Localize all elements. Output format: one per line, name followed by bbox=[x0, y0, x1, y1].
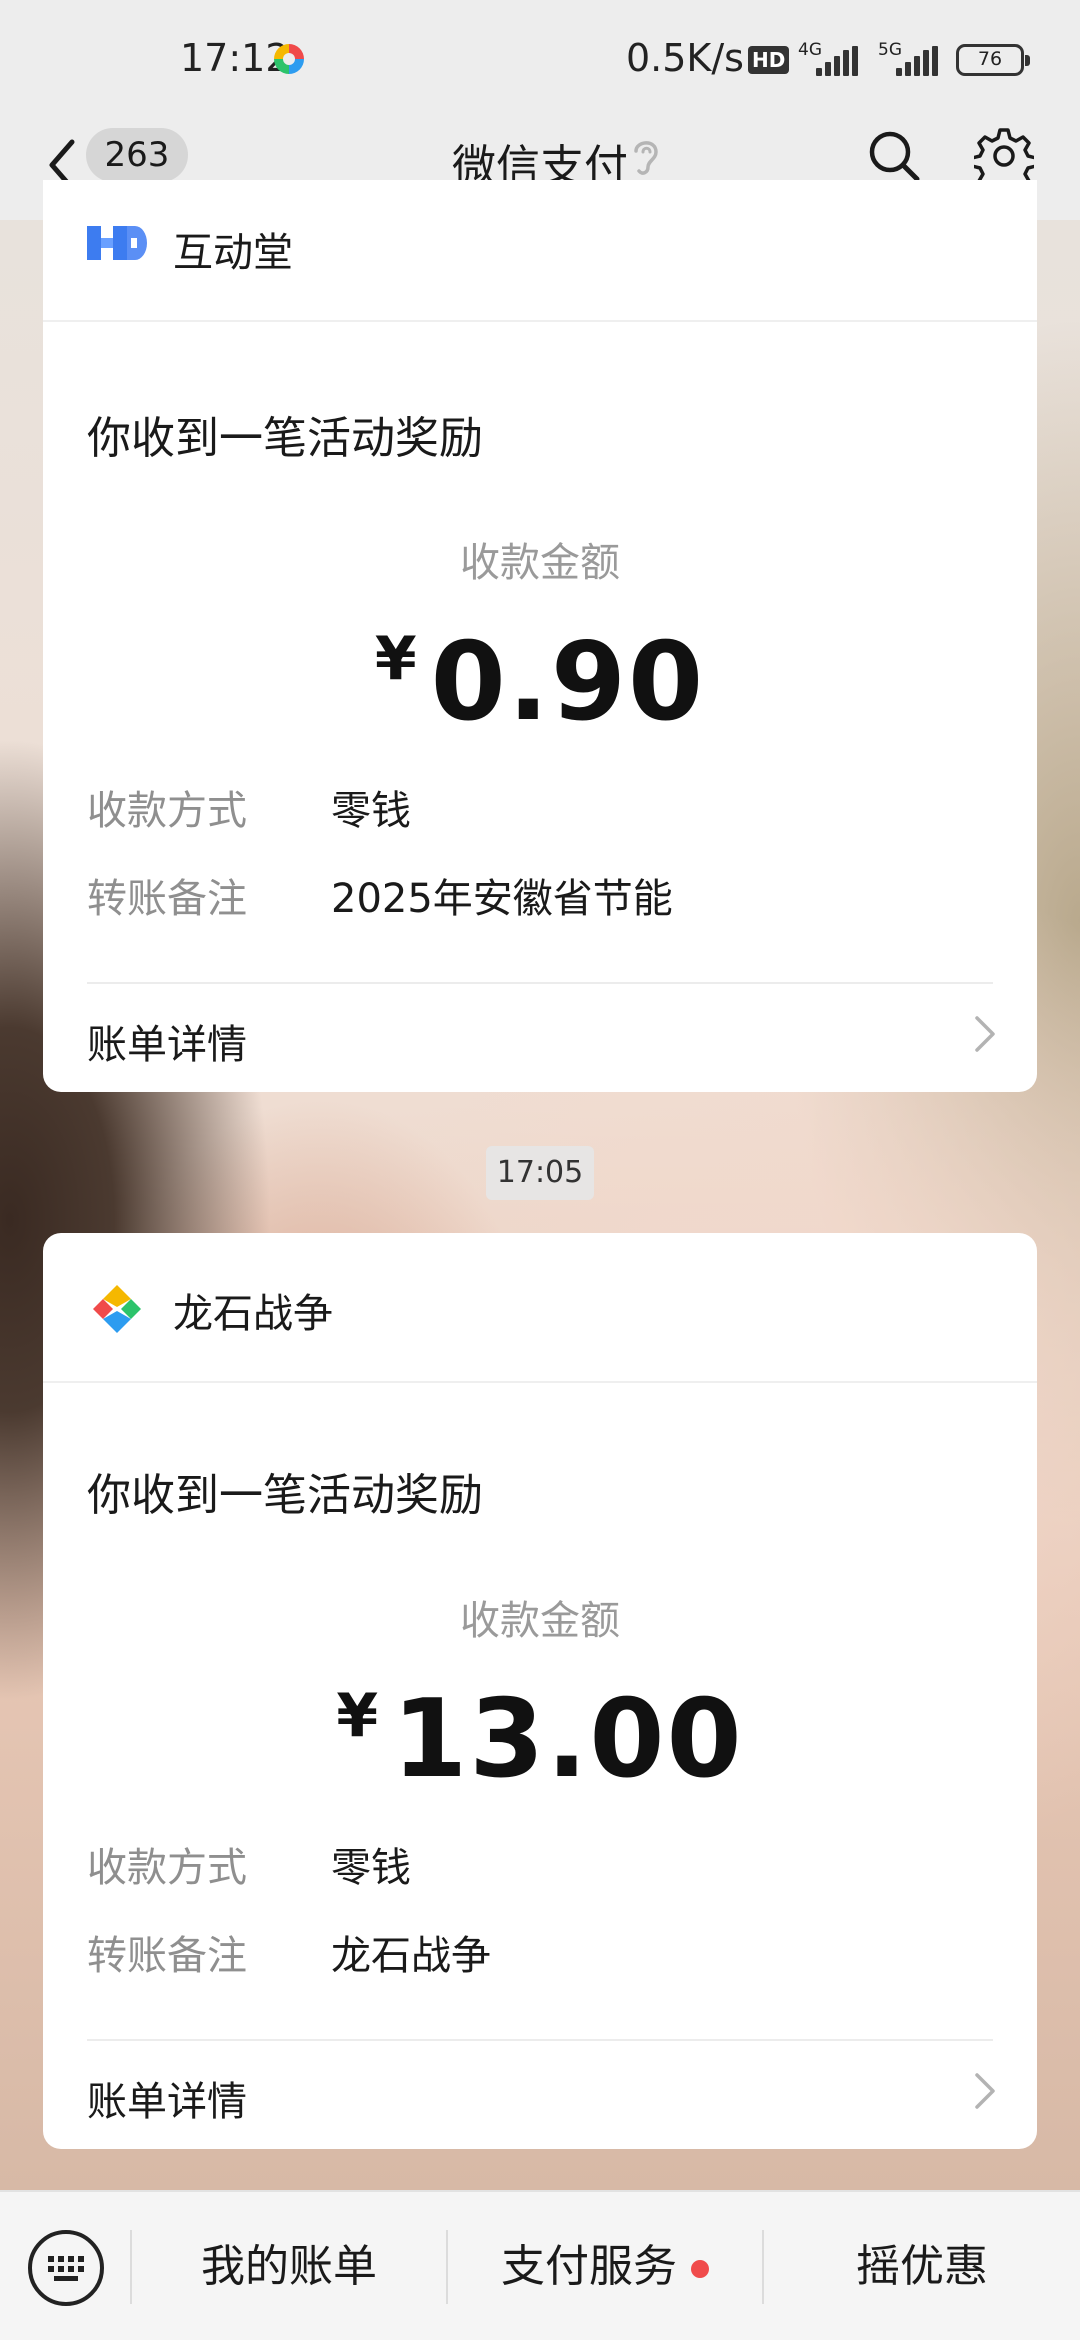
hudongtang-logo-icon bbox=[87, 226, 147, 260]
bottom-menu: 我的账单 支付服务 摇优惠 bbox=[0, 2190, 1080, 2340]
payment-card-2[interactable]: 龙石战争 你收到一笔活动奖励 收款金额 ¥13.00 收款方式 零钱 转账备注 … bbox=[43, 1233, 1037, 2149]
signal-5g-icon bbox=[896, 46, 940, 76]
amount-number: 0.90 bbox=[430, 620, 706, 745]
hd-icon: HD bbox=[748, 46, 790, 74]
amount-label: 收款金额 bbox=[460, 540, 620, 586]
amount-label: 收款金额 bbox=[460, 1598, 620, 1644]
bill-detail-link[interactable]: 账单详情 bbox=[87, 2069, 247, 2127]
method-value: 零钱 bbox=[331, 788, 411, 834]
brand-name: 互动堂 bbox=[173, 230, 293, 276]
note-value: 2025年安徽省节能 bbox=[331, 876, 673, 922]
card-subject: 你收到一笔活动奖励 bbox=[87, 413, 483, 464]
chevron-right-icon[interactable] bbox=[973, 1014, 997, 1054]
method-label: 收款方式 bbox=[87, 1845, 247, 1891]
note-label: 转账备注 bbox=[87, 1933, 247, 1979]
battery-icon: 76 bbox=[956, 44, 1030, 76]
menu-item-label: 支付服务 bbox=[501, 2241, 677, 2292]
longshi-logo-icon bbox=[91, 1283, 143, 1335]
menu-item-my-bills[interactable]: 我的账单 bbox=[132, 2192, 446, 2340]
ear-icon bbox=[634, 141, 658, 175]
bill-detail-link[interactable]: 账单详情 bbox=[87, 1012, 247, 1070]
amount-value: ¥13.00 bbox=[43, 1677, 1037, 1802]
currency-symbol: ¥ bbox=[336, 1681, 379, 1751]
note-label: 转账备注 bbox=[87, 876, 247, 922]
brand-name: 龙石战争 bbox=[173, 1291, 333, 1337]
network-speed: 0.5K/s bbox=[626, 36, 744, 80]
card-subject: 你收到一笔活动奖励 bbox=[87, 1470, 483, 1521]
keyboard-icon[interactable] bbox=[28, 2230, 104, 2306]
amount-value: ¥0.90 bbox=[43, 620, 1037, 745]
app-notification-icon bbox=[274, 44, 304, 74]
gear-icon[interactable] bbox=[974, 126, 1034, 186]
note-value: 龙石战争 bbox=[331, 1933, 491, 1979]
divider bbox=[87, 982, 993, 984]
status-bar: 17:12 0.5K/s HD 4G 5G 76 bbox=[0, 0, 1080, 110]
chevron-right-icon[interactable] bbox=[973, 2071, 997, 2111]
currency-symbol: ¥ bbox=[374, 624, 417, 694]
amount-number: 13.00 bbox=[392, 1677, 744, 1802]
message-timestamp: 17:05 bbox=[486, 1146, 594, 1200]
payment-card-1[interactable]: 互动堂 你收到一笔活动奖励 收款金额 ¥0.90 收款方式 零钱 转账备注 20… bbox=[43, 180, 1037, 1092]
method-label: 收款方式 bbox=[87, 788, 247, 834]
card-header: 龙石战争 bbox=[43, 1233, 1037, 1383]
search-icon[interactable] bbox=[866, 128, 922, 184]
method-value: 零钱 bbox=[331, 1845, 411, 1891]
notification-dot bbox=[691, 2260, 709, 2278]
menu-item-payment-services[interactable]: 支付服务 bbox=[448, 2192, 762, 2340]
signal-4g-icon bbox=[816, 46, 860, 76]
menu-item-shake-deals[interactable]: 摇优惠 bbox=[764, 2192, 1080, 2340]
divider bbox=[87, 2039, 993, 2041]
card-header: 互动堂 bbox=[43, 180, 1037, 322]
